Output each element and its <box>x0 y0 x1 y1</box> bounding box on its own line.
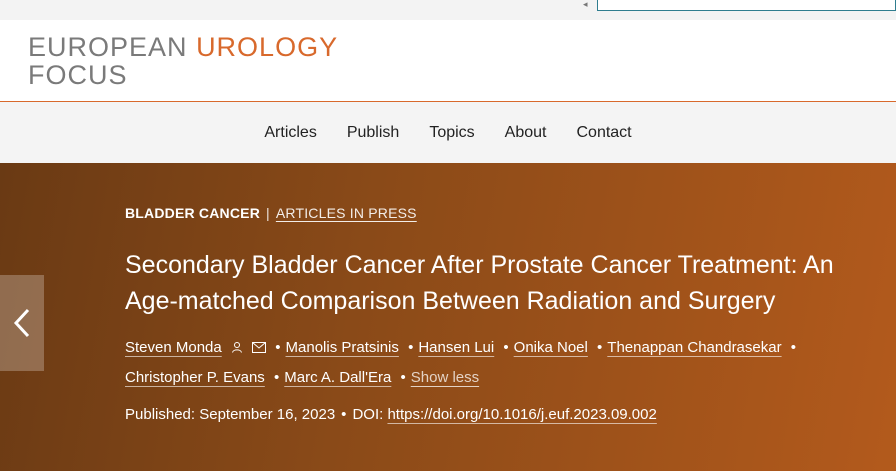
main-nav: Articles Publish Topics About Contact <box>0 102 896 163</box>
author-separator: • <box>597 339 603 356</box>
author-link[interactable]: Hansen Lui <box>418 339 494 356</box>
back-button[interactable] <box>0 275 44 371</box>
article-meta: Published: September 16, 2023 • DOI: https… <box>125 406 657 423</box>
author-link[interactable]: Marc A. Dall'Era <box>284 369 391 386</box>
author-link[interactable]: Onika Noel <box>514 339 588 356</box>
author-link[interactable]: Thenappan Chandrasekar <box>607 339 781 356</box>
caret-left-icon[interactable]: ◂ <box>583 0 588 9</box>
nav-item-publish[interactable]: Publish <box>332 124 414 142</box>
nav-item-about[interactable]: About <box>490 124 562 142</box>
journal-logo[interactable]: EUROPEAN UROLOGY FOCUS <box>28 33 338 89</box>
author-link[interactable]: Steven Monda <box>125 339 222 356</box>
author-separator: • <box>503 339 509 356</box>
top-utility-bar: ◂ <box>0 0 896 20</box>
article-hero: BLADDER CANCER | ARTICLES IN PRESS Seconda… <box>0 163 896 471</box>
author-separator: • <box>408 339 414 356</box>
author-separator: • <box>273 368 280 386</box>
published-label: Published: <box>125 406 196 423</box>
doi-link[interactable]: https://doi.org/10.1016/j.euf.2023.09.00… <box>387 406 656 423</box>
nav-item-topics[interactable]: Topics <box>414 124 489 142</box>
author-separator: • <box>400 368 406 386</box>
person-icon[interactable] <box>231 334 243 363</box>
article-title: Secondary Bladder Cancer After Prostate … <box>125 251 834 315</box>
doi-label: DOI: <box>352 406 384 423</box>
logo-text-focus: FOCUS <box>28 60 128 90</box>
author-link[interactable]: Manolis Pratsinis <box>286 339 399 356</box>
breadcrumb-category[interactable]: BLADDER CANCER <box>125 205 260 221</box>
show-less-link[interactable]: Show less <box>411 369 479 386</box>
meta-separator: • <box>341 406 347 423</box>
logo-text-urology: UROLOGY <box>196 32 339 62</box>
breadcrumb-section[interactable]: ARTICLES IN PRESS <box>276 205 417 221</box>
logo-text-european: EUROPEAN <box>28 32 188 62</box>
chevron-left-icon <box>13 308 30 338</box>
published-date: September 16, 2023 <box>199 406 336 423</box>
mail-icon[interactable] <box>252 334 267 363</box>
nav-item-contact[interactable]: Contact <box>561 124 646 142</box>
author-list: Steven Monda • Manolis Pratsinis • Hansen … <box>125 333 865 392</box>
search-input[interactable] <box>597 0 896 11</box>
breadcrumb: BLADDER CANCER | ARTICLES IN PRESS <box>125 205 417 221</box>
author-separator: • <box>790 339 797 356</box>
nav-item-articles[interactable]: Articles <box>249 124 331 142</box>
author-separator: • <box>275 339 281 356</box>
author-link[interactable]: Christopher P. Evans <box>125 369 265 386</box>
header: EUROPEAN UROLOGY FOCUS <box>0 20 896 102</box>
breadcrumb-separator: | <box>266 205 270 221</box>
